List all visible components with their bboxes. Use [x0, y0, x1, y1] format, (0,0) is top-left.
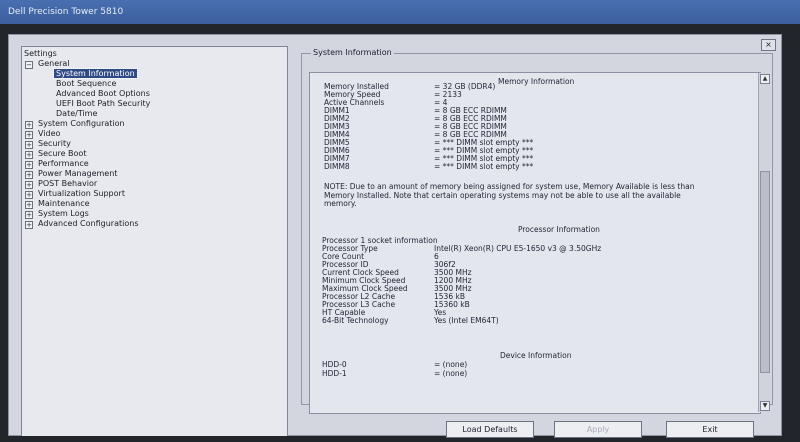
close-button[interactable]: × — [761, 39, 776, 51]
selected-label: System Information — [53, 68, 138, 79]
tree-root-settings[interactable]: Settings — [24, 49, 57, 59]
processor-label: 64-Bit Technology — [322, 316, 389, 325]
processor-value: Intel(R) Xeon(R) CPU E5-1650 v3 @ 3.50GH… — [434, 244, 602, 253]
processor-value: Yes (Intel EM64T) — [434, 316, 499, 325]
device-heading: Device Information — [500, 351, 572, 360]
apply-button[interactable]: Apply — [554, 421, 642, 438]
device-value: = (none) — [434, 369, 468, 378]
expand-icon[interactable]: + — [25, 121, 33, 129]
settings-tree-panel[interactable]: Settings − General System Information Bo… — [21, 46, 288, 436]
memory-note: NOTE: Due to an amount of memory being a… — [324, 182, 695, 208]
memory-label: DIMM8 — [324, 162, 350, 171]
system-information-content[interactable]: Memory Information Memory Installed = 32… — [309, 72, 761, 414]
collapse-icon[interactable]: − — [25, 61, 33, 69]
device-label: HDD-0 — [322, 360, 347, 369]
load-defaults-button[interactable]: Load Defaults — [446, 421, 534, 438]
tree-item-system-configuration[interactable]: System Configuration — [38, 119, 125, 129]
tree-item-advanced-boot-options[interactable]: Advanced Boot Options — [56, 89, 150, 99]
expand-icon[interactable]: + — [25, 201, 33, 209]
tree-item-secure-boot[interactable]: Secure Boot — [38, 149, 86, 159]
close-icon: × — [765, 40, 772, 49]
tree-item-boot-sequence[interactable]: Boot Sequence — [56, 79, 116, 89]
scroll-down-icon[interactable]: ▼ — [760, 401, 770, 411]
tree-item-post-behavior[interactable]: POST Behavior — [38, 179, 97, 189]
memory-value: = *** DIMM slot empty *** — [434, 162, 534, 171]
tree-item-system-information[interactable]: System Information — [53, 68, 138, 79]
bios-window: × Settings − General System Information … — [8, 34, 782, 438]
expand-icon[interactable]: + — [25, 181, 33, 189]
group-label: System Information — [311, 48, 394, 57]
tree-item-maintenance[interactable]: Maintenance — [38, 199, 90, 209]
tree-item-general[interactable]: General — [38, 59, 70, 69]
tree-item-advanced-configurations[interactable]: Advanced Configurations — [38, 219, 138, 229]
expand-icon[interactable]: + — [25, 191, 33, 199]
expand-icon[interactable]: + — [25, 171, 33, 179]
title-bar: Dell Precision Tower 5810 — [0, 0, 800, 24]
tree-item-performance[interactable]: Performance — [38, 159, 89, 169]
scroll-up-icon[interactable]: ▲ — [760, 74, 770, 84]
expand-icon[interactable]: + — [25, 141, 33, 149]
tree-item-virtualization-support[interactable]: Virtualization Support — [38, 189, 125, 199]
scrollbar-thumb[interactable] — [760, 171, 770, 373]
tree-item-video[interactable]: Video — [38, 129, 60, 139]
window-title: Dell Precision Tower 5810 — [8, 7, 124, 17]
tree-item-date-time[interactable]: Date/Time — [56, 109, 97, 119]
expand-icon[interactable]: + — [25, 151, 33, 159]
tree-item-power-management[interactable]: Power Management — [38, 169, 117, 179]
tree-item-security[interactable]: Security — [38, 139, 71, 149]
vertical-scrollbar[interactable]: ▲ ▼ — [758, 73, 770, 412]
expand-icon[interactable]: + — [25, 161, 33, 169]
exit-button[interactable]: Exit — [666, 421, 754, 438]
memory-heading: Memory Information — [498, 77, 575, 86]
device-label: HDD-1 — [322, 369, 347, 378]
device-value: = (none) — [434, 360, 468, 369]
expand-icon[interactable]: + — [25, 221, 33, 229]
tree-item-uefi-boot-path-security[interactable]: UEFI Boot Path Security — [56, 99, 150, 109]
expand-icon[interactable]: + — [25, 211, 33, 219]
processor-heading: Processor Information — [518, 225, 600, 234]
tree-item-system-logs[interactable]: System Logs — [38, 209, 89, 219]
expand-icon[interactable]: + — [25, 131, 33, 139]
